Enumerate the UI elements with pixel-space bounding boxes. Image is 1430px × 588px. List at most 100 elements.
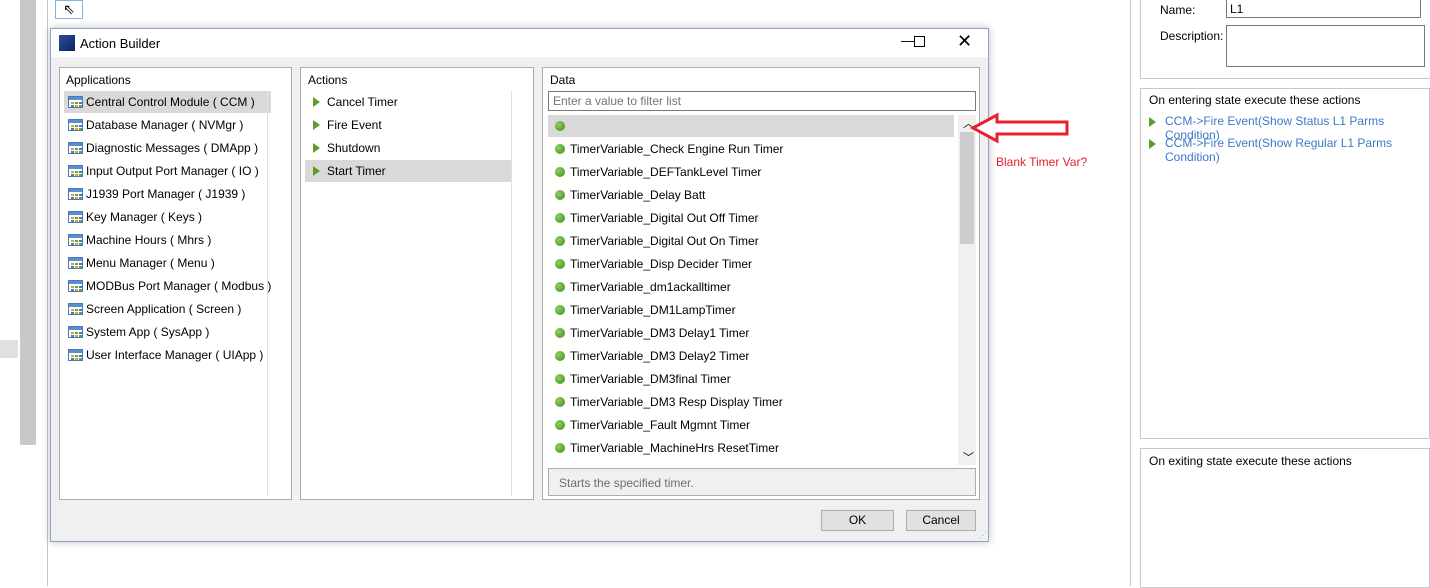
data-item[interactable]: TimerVariable_Digital Out Off Timer [548, 207, 954, 229]
application-icon [68, 326, 83, 338]
item-label: TimerVariable_Check Engine Run Timer [570, 142, 784, 156]
data-item[interactable]: TimerVariable_DM3 Resp Display Timer [548, 391, 954, 413]
item-label: Database Manager ( NVMgr ) [86, 118, 244, 132]
application-icon [68, 280, 83, 292]
description-box: Starts the specified timer. [548, 468, 976, 496]
data-item[interactable]: TimerVariable_DM3 Delay1 Timer [548, 322, 954, 344]
item-label: Fire Event [327, 118, 382, 132]
play-icon [313, 166, 320, 176]
cancel-button[interactable]: Cancel [906, 510, 976, 531]
data-item[interactable]: TimerVariable_DM3 Delay2 Timer [548, 345, 954, 367]
application-item[interactable]: Screen Application ( Screen ) [64, 298, 271, 320]
data-item[interactable]: TimerVariable_MachineHrs ResetTimer [548, 437, 954, 459]
item-label: TimerVariable_DM3 Delay2 Timer [570, 349, 750, 363]
status-dot-icon [555, 443, 565, 453]
data-item[interactable]: TimerVariable_Disp Decider Timer [548, 253, 954, 275]
item-label: TimerVariable_Fault Mgmnt Timer [570, 418, 751, 432]
data-item[interactable]: TimerVariable_Check Engine Run Timer [548, 138, 954, 160]
data-item[interactable]: TimerVariable_DEFTankLevel Timer [548, 161, 954, 183]
data-item[interactable]: TimerVariable_Delay Batt [548, 184, 954, 206]
item-label: TimerVariable_DEFTankLevel Timer [570, 165, 762, 179]
status-dot-icon [555, 420, 565, 430]
minimize-button[interactable]: — [901, 32, 915, 48]
action-item[interactable]: Shutdown [305, 137, 512, 159]
item-label: Screen Application ( Screen ) [86, 302, 242, 316]
application-item[interactable]: Key Manager ( Keys ) [64, 206, 271, 228]
close-button[interactable]: ✕ [957, 31, 972, 52]
play-icon [313, 120, 320, 130]
maximize-button[interactable] [914, 36, 925, 47]
application-item[interactable]: MODBus Port Manager ( Modbus ) [64, 275, 271, 297]
application-item[interactable]: Machine Hours ( Mhrs ) [64, 229, 271, 251]
description-label: Description: [1160, 29, 1224, 43]
actions-header: Actions [308, 73, 348, 87]
data-panel: Data TimerVariable_Check Engine Run Time… [542, 67, 980, 500]
item-label: User Interface Manager ( UIApp ) [86, 348, 264, 362]
data-item[interactable]: TimerVariable_Fault Mgmnt Timer [548, 414, 954, 436]
cursor-icon: ⇖ [63, 1, 75, 17]
actions-scroll-track[interactable] [511, 91, 512, 496]
status-dot-icon [555, 236, 565, 246]
application-icon [68, 165, 83, 177]
action-builder-dialog: Action Builder — ✕ Applications Central … [50, 28, 989, 542]
red-arrow-annotation [969, 112, 1069, 144]
application-item[interactable]: Menu Manager ( Menu ) [64, 252, 271, 274]
application-item[interactable]: Central Control Module ( CCM ) [64, 91, 271, 113]
resize-grip-icon[interactable]: ⋰ [979, 531, 987, 540]
exiting-header: On exiting state execute these actions [1149, 454, 1352, 468]
item-label: Menu Manager ( Menu ) [86, 256, 215, 270]
entering-action-item[interactable]: CCM->Fire Event(Show Regular L1 Parms Co… [1147, 133, 1427, 164]
application-icon [68, 119, 83, 131]
action-item[interactable]: Fire Event [305, 114, 512, 136]
application-icon [68, 211, 83, 223]
data-scrollbar[interactable]: ︿ ﹀ [958, 115, 976, 465]
description-input[interactable] [1226, 25, 1425, 67]
data-item[interactable]: TimerVariable_DM1LampTimer [548, 299, 954, 321]
status-dot-icon [555, 328, 565, 338]
application-item[interactable]: Diagnostic Messages ( DMApp ) [64, 137, 271, 159]
scroll-thumb[interactable] [960, 132, 974, 244]
status-dot-icon [555, 144, 565, 154]
data-list: TimerVariable_Check Engine Run Timer Time… [548, 115, 976, 465]
exiting-actions-box: On exiting state execute these actions [1140, 448, 1430, 588]
data-item[interactable]: TimerVariable_Digital Out On Timer [548, 230, 954, 252]
annotation-text: Blank Timer Var? [996, 155, 1088, 169]
application-item[interactable]: System App ( SysApp ) [64, 321, 271, 343]
data-item[interactable] [548, 115, 954, 137]
entering-action-item[interactable]: CCM->Fire Event(Show Status L1 Parms Con… [1147, 111, 1427, 142]
item-label: J1939 Port Manager ( J1939 ) [86, 187, 246, 201]
item-label: Shutdown [327, 141, 381, 155]
divider [1130, 0, 1131, 586]
data-item[interactable]: TimerVariable_DM3final Timer [548, 368, 954, 390]
ok-button[interactable]: OK [821, 510, 894, 531]
properties-panel: Name: L1 Description: [1140, 0, 1430, 79]
item-label: TimerVariable_Digital Out Off Timer [570, 211, 759, 225]
action-item[interactable]: Start Timer [305, 160, 512, 182]
applications-header: Applications [66, 73, 131, 87]
application-icon [68, 303, 83, 315]
application-item[interactable]: User Interface Manager ( UIApp ) [64, 344, 271, 366]
status-dot-icon [555, 190, 565, 200]
entering-header: On entering state execute these actions [1149, 93, 1361, 107]
item-label: TimerVariable_Disp Decider Timer [570, 257, 753, 271]
applications-scroll-track[interactable] [267, 91, 268, 496]
left-scrollbar[interactable] [20, 0, 36, 445]
item-label: MODBus Port Manager ( Modbus ) [86, 279, 272, 293]
application-item[interactable]: Database Manager ( NVMgr ) [64, 114, 271, 136]
status-dot-icon [555, 259, 565, 269]
play-icon [1149, 117, 1156, 127]
data-item[interactable]: TimerVariable_dm1ackalltimer [548, 276, 954, 298]
left-tab[interactable] [0, 340, 18, 358]
action-item[interactable]: Cancel Timer [305, 91, 512, 113]
scroll-down-arrow[interactable]: ﹀ [963, 449, 974, 465]
status-dot-icon [555, 351, 565, 361]
application-item[interactable]: Input Output Port Manager ( IO ) [64, 160, 271, 182]
filter-input[interactable] [548, 91, 976, 111]
applications-panel: Applications Central Control Module ( CC… [59, 67, 292, 500]
status-dot-icon [555, 374, 565, 384]
item-label: TimerVariable_DM3 Delay1 Timer [570, 326, 750, 340]
name-label: Name: [1160, 3, 1196, 17]
pointer-tool-button[interactable]: ⇖ [55, 0, 83, 19]
application-item[interactable]: J1939 Port Manager ( J1939 ) [64, 183, 271, 205]
name-input[interactable]: L1 [1226, 0, 1421, 18]
